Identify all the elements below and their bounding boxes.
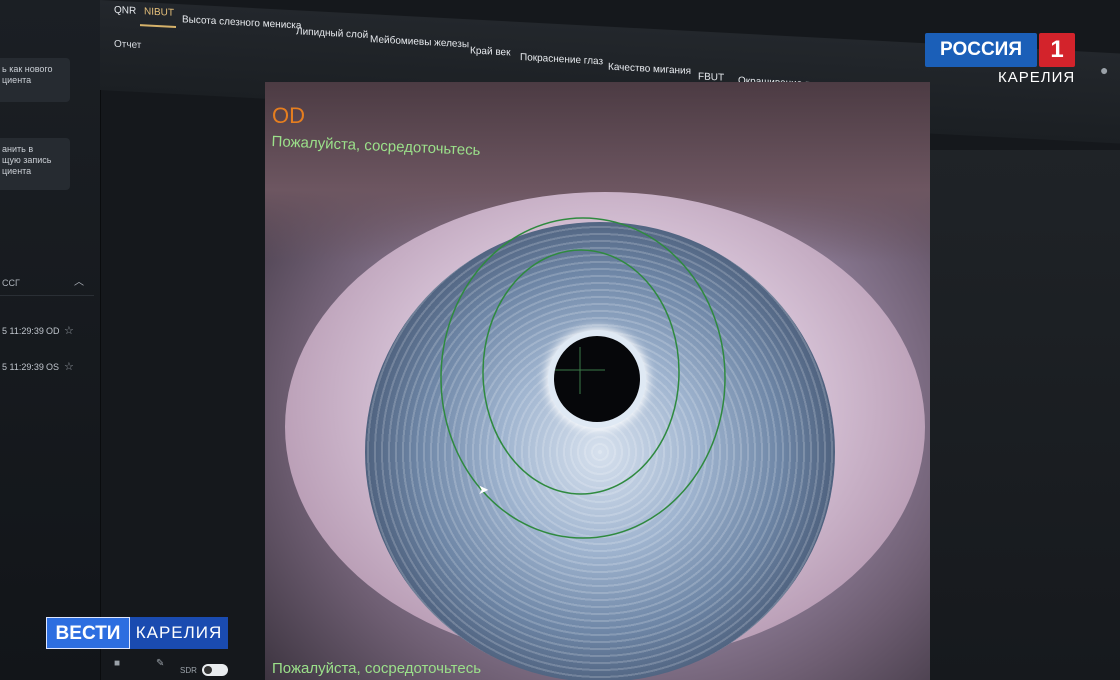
news-region: КАРЕЛИЯ bbox=[130, 617, 228, 649]
record-eye: OS bbox=[46, 362, 60, 372]
tab-meniscus-height[interactable]: Высота слезного мениска bbox=[182, 14, 301, 31]
record-item[interactable]: 5 11:29:39 OD ☆ bbox=[0, 314, 94, 348]
records-section-header[interactable]: ССГ ︿ bbox=[0, 270, 94, 296]
sdr-label: SDR bbox=[180, 666, 197, 675]
screen: ь как нового циента анить в щую запись ц… bbox=[0, 0, 1120, 680]
sidebar: ь как нового циента анить в щую запись ц… bbox=[0, 0, 101, 680]
channel-number: 1 bbox=[1039, 33, 1075, 67]
record-eye: OD bbox=[46, 326, 60, 336]
new-patient-button[interactable]: ь как нового циента bbox=[0, 58, 70, 102]
channel-name: РОССИЯ bbox=[925, 33, 1037, 67]
records-section-title: ССГ bbox=[2, 278, 20, 288]
save-to-record-button[interactable]: анить в щую запись циента bbox=[0, 138, 70, 190]
wrench-icon[interactable]: ✎ bbox=[156, 658, 164, 669]
tab-lid-margin[interactable]: Край век bbox=[470, 45, 510, 58]
tab-blink-quality[interactable]: Качество мигания bbox=[608, 62, 691, 77]
user-icon[interactable]: ● bbox=[1100, 62, 1108, 78]
tab-redness[interactable]: Покраснение глаз bbox=[520, 52, 603, 67]
star-icon[interactable]: ☆ bbox=[64, 350, 74, 384]
chevron-up-icon[interactable]: ︿ bbox=[74, 270, 84, 296]
tab-lipid-layer[interactable]: Липидный слой bbox=[296, 26, 368, 41]
record-time: 5 11:29:39 bbox=[2, 362, 44, 372]
channel-region: КАРЕЛИЯ bbox=[998, 69, 1076, 86]
sdr-toggle[interactable] bbox=[202, 664, 228, 676]
news-brand: ВЕСТИ bbox=[46, 617, 130, 649]
tab-nibut[interactable]: NIBUT bbox=[144, 6, 174, 19]
tab-qnr[interactable]: QNR bbox=[114, 5, 136, 17]
news-logo: ВЕСТИ КАРЕЛИЯ bbox=[46, 617, 228, 649]
bottom-toolbar: ■ ✎ SDR bbox=[110, 650, 270, 680]
alignment-overlay bbox=[440, 217, 726, 539]
record-time: 5 11:29:39 bbox=[2, 326, 44, 336]
tab-meibomian-glands[interactable]: Мейбомиевы железы bbox=[370, 34, 469, 50]
active-tab-indicator bbox=[140, 24, 176, 28]
right-panel bbox=[930, 150, 1120, 680]
mouse-cursor-icon: ➤ bbox=[478, 482, 489, 497]
record-item[interactable]: 5 11:29:39 OS ☆ bbox=[0, 350, 94, 384]
inner-alignment-ring bbox=[482, 249, 680, 495]
eye-side-label: OD bbox=[272, 103, 305, 128]
camera-icon[interactable]: ■ bbox=[114, 658, 120, 669]
tab-report[interactable]: Отчет bbox=[114, 39, 141, 51]
star-icon[interactable]: ☆ bbox=[64, 314, 74, 348]
channel-logo: РОССИЯ 1 bbox=[925, 33, 1075, 67]
focus-message-bottom: Пожалуйста, сосредоточьтесь bbox=[272, 660, 482, 677]
